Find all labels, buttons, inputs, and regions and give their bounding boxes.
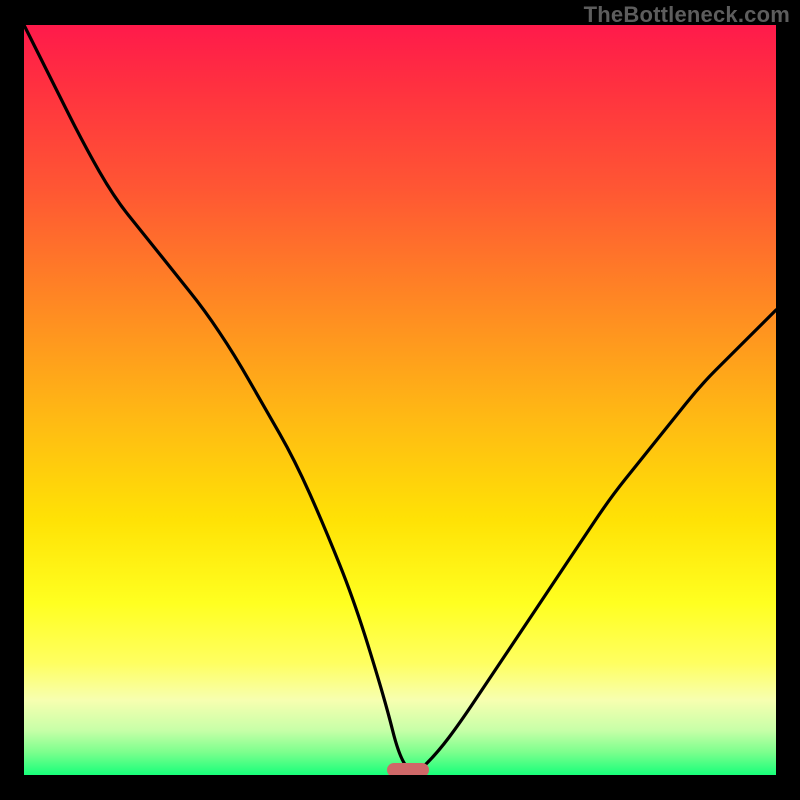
bottleneck-curve (24, 25, 776, 775)
watermark-label: TheBottleneck.com (584, 2, 790, 28)
curve-path (24, 25, 776, 775)
minimum-marker (387, 763, 429, 775)
chart-frame: TheBottleneck.com (0, 0, 800, 800)
plot-area (24, 25, 776, 775)
